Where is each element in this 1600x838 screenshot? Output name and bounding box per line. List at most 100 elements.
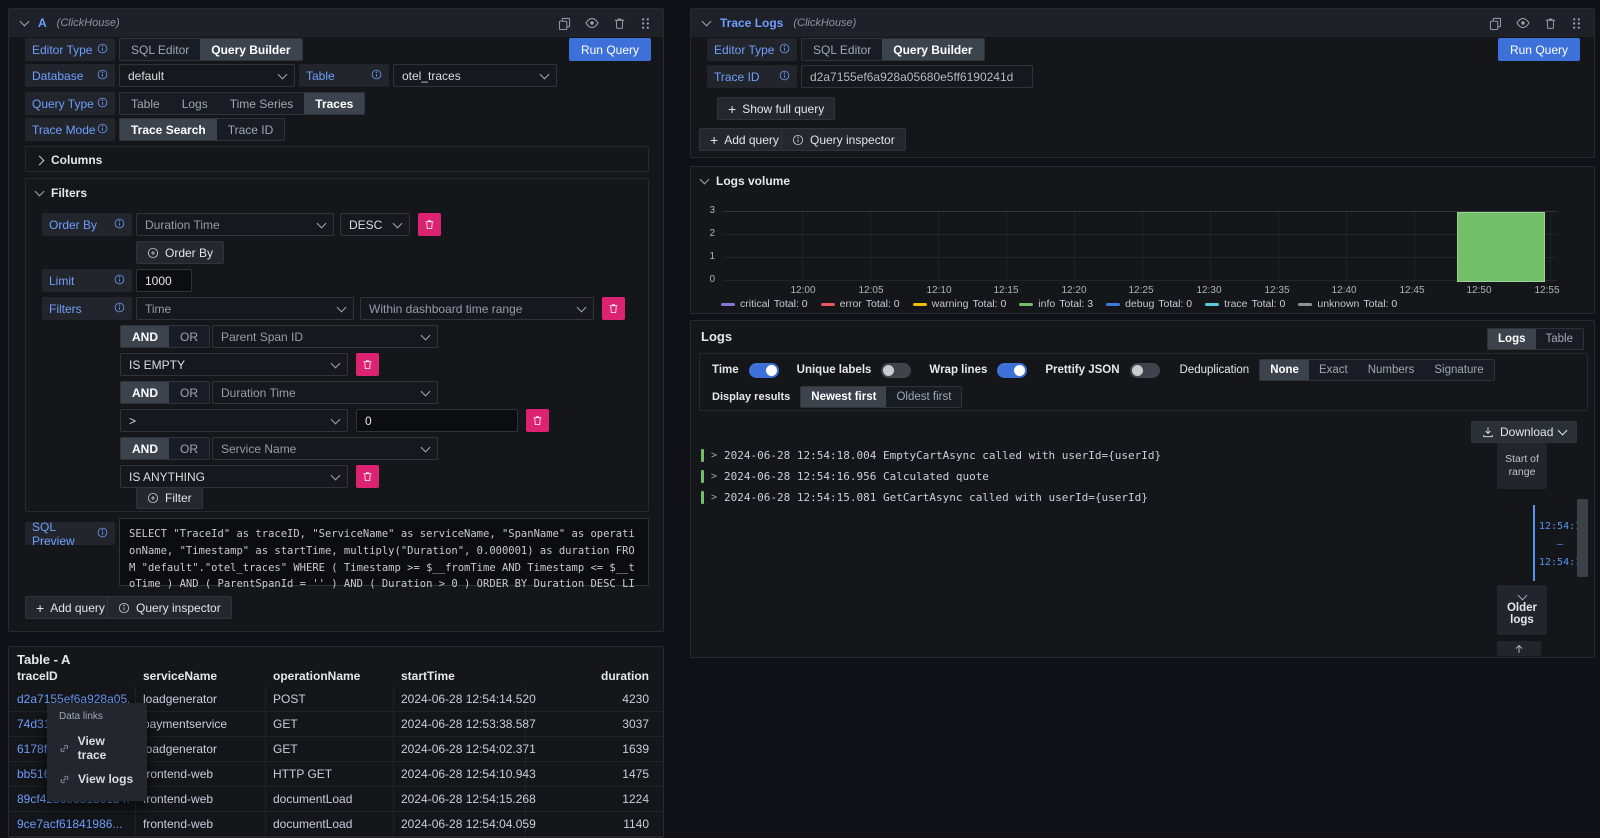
col-header-operationname[interactable]: operationName bbox=[273, 669, 360, 683]
scroll-to-top-button[interactable] bbox=[1497, 641, 1541, 656]
view-logs-menu-item[interactable]: View logs bbox=[59, 767, 135, 791]
show-full-query-button[interactable]: + Show full query bbox=[717, 97, 835, 120]
trace-id-input[interactable]: d2a7155ef6a928a05680e5ff6190241d bbox=[801, 65, 1033, 88]
expand-chevron-icon[interactable]: > bbox=[711, 492, 717, 503]
collapse-chevron-icon[interactable] bbox=[20, 17, 30, 27]
log-range-timeline[interactable] bbox=[1533, 505, 1535, 581]
trace-mode-trace-search[interactable]: Trace Search bbox=[120, 119, 217, 140]
and-option[interactable]: AND bbox=[121, 438, 169, 459]
col-header-duration[interactable]: duration bbox=[601, 669, 649, 683]
info-icon bbox=[97, 527, 108, 541]
drag-handle-icon[interactable] bbox=[1571, 17, 1582, 30]
log-line[interactable]: > 2024-06-28 12:54:16.956 Calculated quo… bbox=[701, 468, 1471, 484]
time-filter-value-select[interactable]: Within dashboard time range bbox=[360, 297, 594, 320]
chevron-down-icon bbox=[331, 358, 341, 368]
editor-type-sql-editor[interactable]: SQL Editor bbox=[802, 39, 882, 60]
dedup-numbers[interactable]: Numbers bbox=[1358, 360, 1425, 380]
hide-query-eye-icon[interactable] bbox=[585, 16, 599, 30]
add-query-button[interactable]: + Add query bbox=[25, 596, 116, 619]
or-option[interactable]: OR bbox=[169, 326, 209, 347]
trace-id-label: Trace ID bbox=[707, 65, 797, 88]
query-type-traces[interactable]: Traces bbox=[304, 93, 364, 114]
info-logs-bar[interactable] bbox=[1457, 212, 1545, 282]
duplicate-query-icon[interactable] bbox=[1489, 17, 1502, 30]
run-query-button[interactable]: Run Query bbox=[569, 38, 651, 61]
condition1-field-select[interactable]: Parent Span ID bbox=[212, 325, 438, 348]
col-header-servicename[interactable]: serviceName bbox=[143, 669, 217, 683]
order-by-direction-select[interactable]: DESC bbox=[340, 213, 410, 236]
or-option[interactable]: OR bbox=[169, 382, 209, 403]
remove-order-by-button[interactable] bbox=[418, 213, 441, 236]
remove-condition3-button[interactable] bbox=[356, 465, 379, 488]
limit-input[interactable]: 1000 bbox=[136, 269, 192, 292]
delete-query-trash-icon[interactable] bbox=[1544, 17, 1557, 30]
download-button[interactable]: Download bbox=[1471, 421, 1577, 443]
condition3-field-select[interactable]: Service Name bbox=[212, 437, 438, 460]
expand-chevron-icon[interactable]: > bbox=[711, 450, 717, 461]
query-inspector-button[interactable]: Query inspector bbox=[107, 596, 232, 619]
editor-type-query-builder[interactable]: Query Builder bbox=[882, 39, 983, 60]
query-type-table[interactable]: Table bbox=[120, 93, 171, 114]
add-order-by-button[interactable]: Order By bbox=[136, 241, 224, 264]
remove-time-filter-button[interactable] bbox=[602, 297, 625, 320]
legend-item: traceTotal: 0 bbox=[1205, 298, 1285, 310]
query-ref-title[interactable]: A bbox=[38, 16, 47, 30]
wrap-lines-toggle[interactable] bbox=[997, 363, 1027, 378]
remove-condition1-button[interactable] bbox=[356, 353, 379, 376]
link-icon bbox=[59, 743, 70, 754]
add-query-button[interactable]: + Add query bbox=[699, 128, 790, 151]
condition2-value-input[interactable]: 0 bbox=[356, 409, 518, 432]
query-type-logs[interactable]: Logs bbox=[171, 93, 219, 114]
editor-type-sql-editor[interactable]: SQL Editor bbox=[120, 39, 200, 60]
or-option[interactable]: OR bbox=[169, 438, 209, 459]
dedup-exact[interactable]: Exact bbox=[1309, 360, 1358, 380]
oldest-first-option[interactable]: Oldest first bbox=[886, 387, 961, 407]
time-toggle[interactable] bbox=[749, 363, 779, 378]
logs-volume-header[interactable]: Logs volume bbox=[701, 174, 790, 188]
trace-link[interactable]: 9ce7acf61841986... bbox=[17, 817, 129, 831]
condition3-operator-select[interactable]: IS ANYTHING bbox=[120, 465, 348, 488]
older-logs-button[interactable]: Older logs bbox=[1497, 585, 1547, 635]
time-filter-field-select[interactable]: Time bbox=[136, 297, 354, 320]
editor-type-query-builder[interactable]: Query Builder bbox=[200, 39, 301, 60]
table-select[interactable]: otel_traces bbox=[393, 64, 557, 87]
col-header-starttime[interactable]: startTime bbox=[401, 669, 455, 683]
col-header-traceid[interactable]: traceID bbox=[17, 669, 58, 683]
collapse-chevron-icon[interactable] bbox=[702, 17, 712, 27]
expand-chevron-icon[interactable]: > bbox=[711, 471, 717, 482]
view-trace-menu-item[interactable]: View trace bbox=[59, 729, 135, 767]
hide-query-eye-icon[interactable] bbox=[1516, 16, 1530, 30]
database-select[interactable]: default bbox=[119, 64, 295, 87]
remove-condition2-button[interactable] bbox=[526, 409, 549, 432]
newest-first-option[interactable]: Newest first bbox=[801, 387, 886, 407]
columns-section[interactable]: Columns bbox=[25, 146, 649, 172]
duplicate-query-icon[interactable] bbox=[558, 17, 571, 30]
unique-labels-toggle[interactable] bbox=[881, 363, 911, 378]
and-option[interactable]: AND bbox=[121, 326, 169, 347]
delete-query-trash-icon[interactable] bbox=[613, 17, 626, 30]
query-ref-title[interactable]: Trace Logs bbox=[720, 16, 783, 30]
query-type-time-series[interactable]: Time Series bbox=[219, 93, 305, 114]
query-inspector-button[interactable]: Query inspector bbox=[781, 128, 906, 151]
condition2-operator-select[interactable]: > bbox=[120, 409, 348, 432]
log-line[interactable]: > 2024-06-28 12:54:15.081 GetCartAsync c… bbox=[701, 489, 1471, 505]
dedup-signature[interactable]: Signature bbox=[1424, 360, 1493, 380]
condition2-field-select[interactable]: Duration Time bbox=[212, 381, 438, 404]
log-line[interactable]: > 2024-06-28 12:54:18.004 EmptyCartAsync… bbox=[701, 447, 1471, 463]
and-option[interactable]: AND bbox=[121, 382, 169, 403]
add-filter-button[interactable]: Filter bbox=[136, 487, 203, 509]
condition1-operator-select[interactable]: IS EMPTY bbox=[120, 353, 348, 376]
order-by-field-select[interactable]: Duration Time bbox=[136, 213, 334, 236]
view-table-option[interactable]: Table bbox=[1536, 329, 1584, 349]
filters-section-header[interactable]: Filters bbox=[26, 179, 648, 207]
logs-scrollbar-thumb[interactable] bbox=[1577, 499, 1588, 577]
trace-mode-trace-id[interactable]: Trace ID bbox=[217, 119, 285, 140]
dedup-none[interactable]: None bbox=[1260, 360, 1309, 380]
view-logs-option[interactable]: Logs bbox=[1488, 329, 1535, 349]
prettify-json-toggle[interactable] bbox=[1130, 363, 1160, 378]
run-query-button[interactable]: Run Query bbox=[1498, 38, 1580, 61]
info-icon bbox=[779, 43, 790, 57]
x-tick: 12:05 bbox=[858, 285, 883, 296]
drag-handle-icon[interactable] bbox=[640, 17, 651, 30]
wrap-lines-toggle-label: Wrap lines bbox=[929, 364, 987, 376]
